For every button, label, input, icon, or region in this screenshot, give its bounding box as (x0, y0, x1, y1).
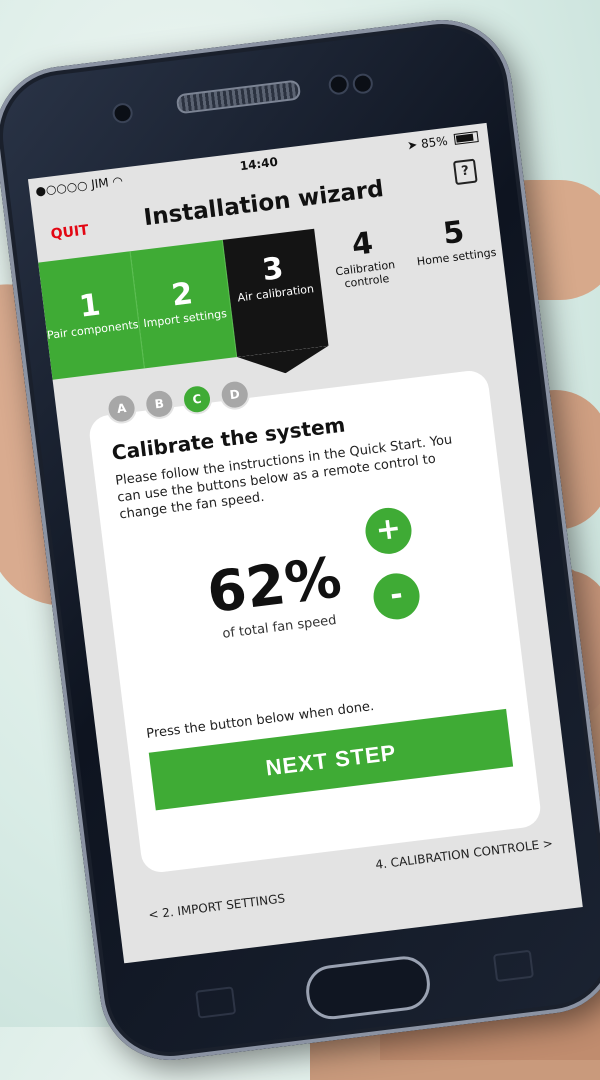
help-icon[interactable]: ? (452, 158, 478, 186)
step-calibration-controle[interactable]: 4 Calibration controle (314, 217, 420, 345)
increase-fan-speed-button[interactable]: + (362, 505, 415, 557)
fan-speed-value: 62% (203, 545, 345, 627)
status-right: ➤ 85% (406, 130, 479, 153)
battery-icon (453, 131, 479, 145)
substep-c[interactable]: C (180, 382, 214, 416)
substep-d[interactable]: D (218, 377, 252, 412)
substep-b[interactable]: B (142, 387, 177, 421)
calibration-card: A B C D Calibrate the system Please foll… (87, 368, 543, 875)
battery-percent: 85% (420, 133, 449, 151)
prev-step-link[interactable]: < 2. IMPORT SETTINGS (148, 891, 286, 922)
step-pair-components[interactable]: 1 Pair components (38, 251, 145, 380)
substep-indicator: A B C D (104, 377, 252, 426)
recent-apps-key-icon[interactable] (492, 949, 535, 983)
step-home-settings[interactable]: 5 Home settings (405, 206, 511, 334)
back-key-icon[interactable] (195, 986, 237, 1019)
smartphone: ●○○○○ JIM ◠ 14:40 ➤ 85% QUIT Installatio… (0, 12, 600, 1068)
substep-a[interactable]: A (104, 391, 139, 426)
step-air-calibration[interactable]: 3 Air calibration (222, 228, 329, 358)
app-screen: ●○○○○ JIM ◠ 14:40 ➤ 85% QUIT Installatio… (27, 122, 583, 964)
step-import-settings[interactable]: 2 Import settings (130, 239, 238, 369)
fan-speed-display: 62% of total fan speed (186, 545, 364, 645)
location-icon: ➤ (406, 137, 419, 153)
decrease-fan-speed-button[interactable]: - (370, 570, 423, 623)
